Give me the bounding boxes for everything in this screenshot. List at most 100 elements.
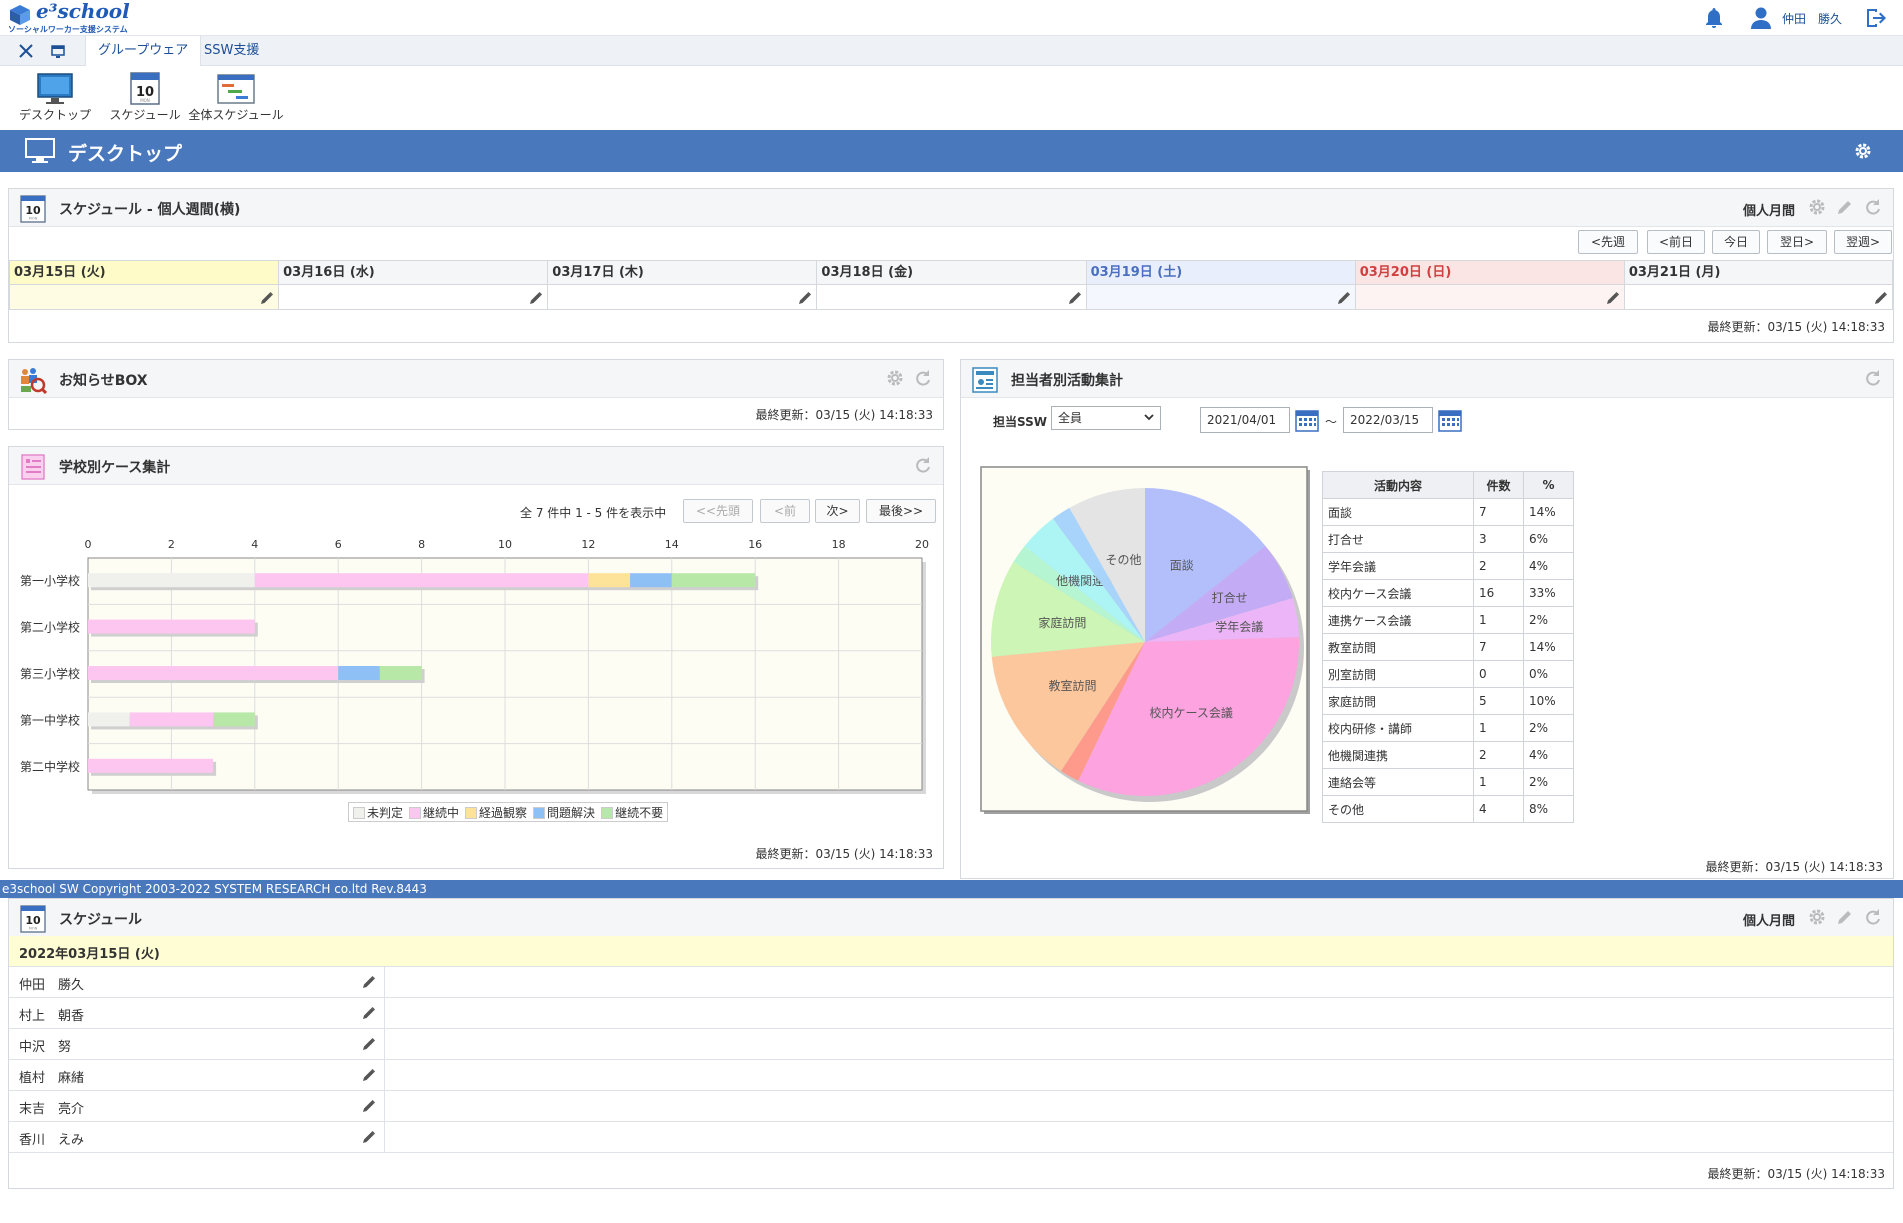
- table-cell: 4: [1473, 795, 1524, 823]
- date-to-input[interactable]: 2022/03/15: [1343, 407, 1433, 433]
- ssw-label: 担当SSW: [993, 415, 1047, 429]
- table-row: その他 4 8%: [1322, 795, 1574, 823]
- person-name[interactable]: 村上 朝香: [19, 1005, 84, 1024]
- refresh-icon[interactable]: [1863, 197, 1883, 221]
- day-header[interactable]: 03月19日 (土): [1086, 261, 1355, 285]
- date-range-tilde: ～: [1325, 415, 1338, 429]
- tab-groupware[interactable]: グループウェア: [85, 36, 202, 66]
- mode-link[interactable]: 個人月間: [1743, 200, 1795, 219]
- day-header[interactable]: 03月18日 (金): [817, 261, 1086, 285]
- prev-week-button[interactable]: <先週: [1578, 230, 1638, 254]
- launcher-all-schedule[interactable]: 全体スケジュール: [188, 68, 284, 128]
- bar-segment: [213, 712, 255, 727]
- person-name[interactable]: 植村 麻緒: [19, 1067, 84, 1086]
- calendar-picker-icon[interactable]: [1294, 407, 1320, 433]
- tab-label: SSW支援: [204, 43, 260, 58]
- launcher-schedule[interactable]: 10 MON スケジュール: [108, 68, 182, 128]
- refresh-icon[interactable]: [913, 368, 933, 392]
- day-header[interactable]: 03月21日 (月): [1624, 261, 1892, 285]
- window-icon[interactable]: [50, 43, 66, 59]
- panel-header: お知らせBOX: [9, 360, 943, 398]
- user-avatar-icon[interactable]: [1750, 6, 1772, 30]
- x-tick-label: 10: [498, 538, 512, 551]
- day-column: 03月18日 (金): [816, 260, 1086, 310]
- edit-pencil-icon[interactable]: [1337, 291, 1351, 305]
- mode-link[interactable]: 個人月間: [1743, 910, 1795, 929]
- table-row: 打合せ 3 6%: [1322, 525, 1574, 553]
- refresh-icon[interactable]: [1863, 907, 1883, 931]
- user-name[interactable]: 仲田 勝久: [1782, 10, 1842, 27]
- calendar-picker-icon[interactable]: [1437, 407, 1463, 433]
- edit-pencil-icon[interactable]: [362, 1037, 376, 1051]
- edit-pencil-icon[interactable]: [362, 1006, 376, 1020]
- logo-text: e³school: [36, 0, 130, 23]
- edit-pencil-icon[interactable]: [1835, 907, 1855, 931]
- gear-icon[interactable]: [1807, 197, 1827, 221]
- settings-gear-icon[interactable]: [1853, 141, 1873, 161]
- launcher-desktop[interactable]: デスクトップ: [18, 68, 92, 128]
- table-cell: 連携ケース会議: [1322, 606, 1474, 634]
- person-name[interactable]: 仲田 勝久: [19, 974, 84, 993]
- next-day-button[interactable]: 翌日>: [1767, 230, 1827, 254]
- refresh-icon[interactable]: [913, 455, 933, 479]
- refresh-icon[interactable]: [1863, 368, 1883, 392]
- gear-icon[interactable]: [885, 368, 905, 392]
- last-updated: 最終更新：03/15 (火) 14:18:33: [1705, 860, 1883, 874]
- app-logo[interactable]: e³school ソーシャルワーカー支援システム: [8, 0, 130, 35]
- edit-pencil-icon[interactable]: [1606, 291, 1620, 305]
- person-name[interactable]: 末吉 亮介: [19, 1098, 84, 1117]
- edit-pencil-icon[interactable]: [798, 291, 812, 305]
- day-header[interactable]: 03月20日 (日): [1355, 261, 1624, 285]
- edit-pencil-icon[interactable]: [1874, 291, 1888, 305]
- tab-ssw-support[interactable]: SSW支援: [192, 36, 271, 66]
- last-page-button[interactable]: 最後>>: [866, 499, 936, 523]
- x-tick-label: 2: [168, 538, 175, 551]
- edit-pencil-icon[interactable]: [1835, 197, 1855, 221]
- divider: [384, 1029, 385, 1060]
- edit-pencil-icon[interactable]: [362, 1068, 376, 1082]
- edit-pencil-icon[interactable]: [362, 1130, 376, 1144]
- table-cell: 1: [1473, 714, 1524, 742]
- chevron-down-icon: [1144, 414, 1154, 421]
- table-cell: 3: [1473, 525, 1524, 553]
- day-header[interactable]: 03月16日 (水): [279, 261, 548, 285]
- date-from-input[interactable]: 2021/04/01: [1200, 407, 1290, 433]
- edit-pencil-icon[interactable]: [362, 1099, 376, 1113]
- logout-icon[interactable]: [1864, 6, 1888, 30]
- prev-day-button[interactable]: <前日: [1647, 230, 1705, 254]
- day-column: 03月16日 (水): [278, 260, 548, 310]
- bar-segment: [88, 712, 130, 727]
- monitor-icon: [24, 137, 56, 165]
- table-cell: 学年会議: [1322, 552, 1474, 580]
- day-header[interactable]: 03月15日 (火): [10, 261, 279, 285]
- day-header[interactable]: 03月17日 (木): [548, 261, 817, 285]
- close-icon[interactable]: [16, 41, 36, 61]
- table-cell: 他機関連携: [1322, 741, 1474, 769]
- panel-header: 担当者別活動集計: [961, 360, 1893, 398]
- x-tick-label: 4: [251, 538, 258, 551]
- divider: [384, 1060, 385, 1091]
- notification-bell-icon[interactable]: [1702, 6, 1726, 30]
- gear-icon[interactable]: [1807, 907, 1827, 931]
- person-name[interactable]: 香川 えみ: [19, 1129, 84, 1148]
- divider: [384, 1091, 385, 1122]
- prev-page-button[interactable]: <前: [760, 499, 810, 523]
- panel-title: 担当者別活動集計: [1011, 373, 1123, 389]
- panel-tools: 個人月間: [1743, 197, 1883, 221]
- edit-pencil-icon[interactable]: [260, 291, 274, 305]
- daily-date-row: 2022年03月15日 (火): [9, 936, 1893, 967]
- edit-pencil-icon[interactable]: [1068, 291, 1082, 305]
- next-week-button[interactable]: 翌週>: [1834, 230, 1892, 254]
- table-cell: 10%: [1523, 687, 1574, 715]
- column-header: 活動内容: [1322, 471, 1474, 499]
- edit-pencil-icon[interactable]: [362, 975, 376, 989]
- today-button[interactable]: 今日: [1712, 230, 1760, 254]
- person-name[interactable]: 中沢 努: [19, 1036, 71, 1055]
- table-row: 校内研修・講師 1 2%: [1322, 714, 1574, 742]
- first-page-button[interactable]: <<先頭: [683, 499, 753, 523]
- next-page-button[interactable]: 次>: [815, 499, 860, 523]
- ssw-select[interactable]: 全員: [1051, 406, 1161, 430]
- edit-pencil-icon[interactable]: [529, 291, 543, 305]
- panel-tools: [1863, 368, 1883, 392]
- table-cell: 家庭訪問: [1322, 687, 1474, 715]
